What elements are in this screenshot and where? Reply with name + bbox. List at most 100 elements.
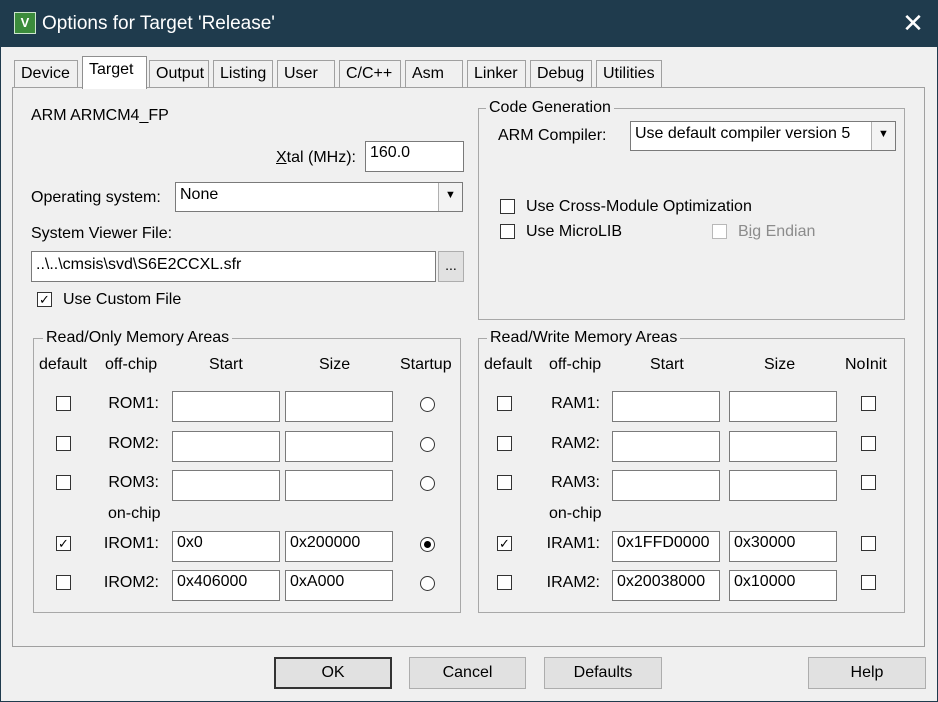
rw-header-size: Size xyxy=(764,356,796,373)
ro-start-input[interactable]: 0x0 xyxy=(172,531,280,562)
rw-row-label: RAM1: xyxy=(551,395,600,412)
ro-size-input[interactable]: 0x200000 xyxy=(285,531,393,562)
help-button[interactable]: Help xyxy=(808,657,926,689)
arm-compiler-select[interactable]: Use default compiler version 5 ▼ xyxy=(630,121,896,151)
arm-compiler-label: ARM Compiler: xyxy=(498,127,607,144)
big-endian-text-end: g Endian xyxy=(752,223,816,240)
rw-noinit-checkbox[interactable] xyxy=(861,475,876,490)
tab-user[interactable]: User xyxy=(277,60,335,87)
device-name: ARM ARMCM4_FP xyxy=(31,107,169,124)
ro-row-label: ROM1: xyxy=(108,395,159,412)
rw-size-input[interactable] xyxy=(729,431,837,462)
tab-asm[interactable]: Asm xyxy=(405,60,463,87)
rw-default-checkbox[interactable] xyxy=(497,575,512,590)
rw-start-input[interactable]: 0x1FFD0000 xyxy=(612,531,720,562)
rw-header-noinit: NoInit xyxy=(845,356,887,373)
ok-button[interactable]: OK xyxy=(274,657,392,689)
big-endian-label: Big Endian xyxy=(738,223,815,241)
rw-start-input[interactable] xyxy=(612,470,720,501)
rw-noinit-checkbox[interactable] xyxy=(861,536,876,551)
cancel-button[interactable]: Cancel xyxy=(409,657,526,689)
rw-row-label: RAM3: xyxy=(551,474,600,491)
rw-memory-title: Read/Write Memory Areas xyxy=(487,329,681,347)
ro-default-checkbox[interactable]: ✓ xyxy=(56,536,71,551)
code-generation-title: Code Generation xyxy=(486,99,614,117)
cross-module-checkbox[interactable] xyxy=(500,199,515,214)
os-select-value: None xyxy=(180,186,219,203)
rw-default-checkbox[interactable]: ✓ xyxy=(497,536,512,551)
rw-start-input[interactable] xyxy=(612,391,720,422)
radio-dot-icon xyxy=(424,541,431,548)
big-endian-checkbox xyxy=(712,224,727,239)
rw-start-input[interactable]: 0x20038000 xyxy=(612,570,720,601)
ro-default-checkbox[interactable] xyxy=(56,475,71,490)
rw-row-label: IRAM1: xyxy=(546,535,600,552)
rw-noinit-checkbox[interactable] xyxy=(861,396,876,411)
microlib-checkbox[interactable] xyxy=(500,224,515,239)
svf-input[interactable]: ..\..\cmsis\svd\S6E2CCXL.sfr xyxy=(31,251,436,282)
rw-header-start: Start xyxy=(650,356,684,373)
xtal-label: Xtal (MHz): xyxy=(276,149,356,167)
ro-onchip-label: on-chip xyxy=(108,505,161,522)
rw-row-label: RAM2: xyxy=(551,435,600,452)
rw-size-input[interactable] xyxy=(729,470,837,501)
ro-size-input[interactable] xyxy=(285,470,393,501)
tab-linker[interactable]: Linker xyxy=(467,60,526,87)
title-bar: V Options for Target 'Release' ✕ xyxy=(0,0,938,47)
tab-utilities[interactable]: Utilities xyxy=(596,60,662,87)
xtal-label-accesskey: X xyxy=(276,149,287,166)
rw-default-checkbox[interactable] xyxy=(497,436,512,451)
ro-start-input[interactable] xyxy=(172,470,280,501)
tab-device[interactable]: Device xyxy=(14,60,78,87)
xtal-input[interactable]: 160.0 xyxy=(365,141,464,172)
cross-module-label: Use Cross-Module Optimization xyxy=(526,198,752,215)
rw-noinit-checkbox[interactable] xyxy=(861,575,876,590)
defaults-button[interactable]: Defaults xyxy=(544,657,662,689)
use-custom-file-label: Use Custom File xyxy=(63,291,182,308)
ro-startup-radio[interactable] xyxy=(420,437,435,452)
ro-memory-title: Read/Only Memory Areas xyxy=(43,329,233,347)
arm-compiler-value: Use default compiler version 5 xyxy=(635,125,851,142)
os-select[interactable]: None ▼ xyxy=(175,182,463,212)
rw-row-label: IRAM2: xyxy=(546,574,600,591)
tab-cpp[interactable]: C/C++ xyxy=(339,60,401,87)
tab-listing[interactable]: Listing xyxy=(213,60,273,87)
use-custom-file-checkbox[interactable]: ✓ xyxy=(37,292,52,307)
microlib-label: Use MicroLIB xyxy=(526,223,623,240)
ro-start-input[interactable]: 0x406000 xyxy=(172,570,280,601)
tab-debug[interactable]: Debug xyxy=(530,60,592,87)
chevron-down-icon[interactable]: ▼ xyxy=(871,122,895,150)
ro-size-input[interactable] xyxy=(285,391,393,422)
rw-size-input[interactable]: 0x10000 xyxy=(729,570,837,601)
ro-start-input[interactable] xyxy=(172,431,280,462)
svf-label: System Viewer File: xyxy=(31,225,173,242)
ro-default-checkbox[interactable] xyxy=(56,396,71,411)
chevron-down-icon[interactable]: ▼ xyxy=(438,183,462,211)
ro-startup-radio[interactable] xyxy=(420,397,435,412)
rw-default-checkbox[interactable] xyxy=(497,475,512,490)
rw-size-input[interactable] xyxy=(729,391,837,422)
ro-start-input[interactable] xyxy=(172,391,280,422)
rw-noinit-checkbox[interactable] xyxy=(861,436,876,451)
tab-target[interactable]: Target xyxy=(82,56,147,89)
rw-start-input[interactable] xyxy=(612,431,720,462)
close-button[interactable]: ✕ xyxy=(888,0,938,47)
ro-default-checkbox[interactable] xyxy=(56,436,71,451)
ro-startup-radio[interactable] xyxy=(420,537,435,552)
ro-default-checkbox[interactable] xyxy=(56,575,71,590)
checkmark-icon: ✓ xyxy=(39,292,50,307)
keil-uvision-icon: V xyxy=(14,12,36,34)
checkmark-icon: ✓ xyxy=(499,536,510,551)
browse-button[interactable]: ... xyxy=(438,251,464,282)
tab-output[interactable]: Output xyxy=(149,60,209,87)
ro-startup-radio[interactable] xyxy=(420,476,435,491)
big-endian-text-start: B xyxy=(738,223,749,240)
ro-size-input[interactable]: 0xA000 xyxy=(285,570,393,601)
ro-size-input[interactable] xyxy=(285,431,393,462)
ro-header-size: Size xyxy=(319,356,351,373)
rw-size-input[interactable]: 0x30000 xyxy=(729,531,837,562)
ro-startup-radio[interactable] xyxy=(420,576,435,591)
rw-default-checkbox[interactable] xyxy=(497,396,512,411)
ro-header-offchip: off-chip xyxy=(105,356,158,373)
checkmark-icon: ✓ xyxy=(58,536,69,551)
